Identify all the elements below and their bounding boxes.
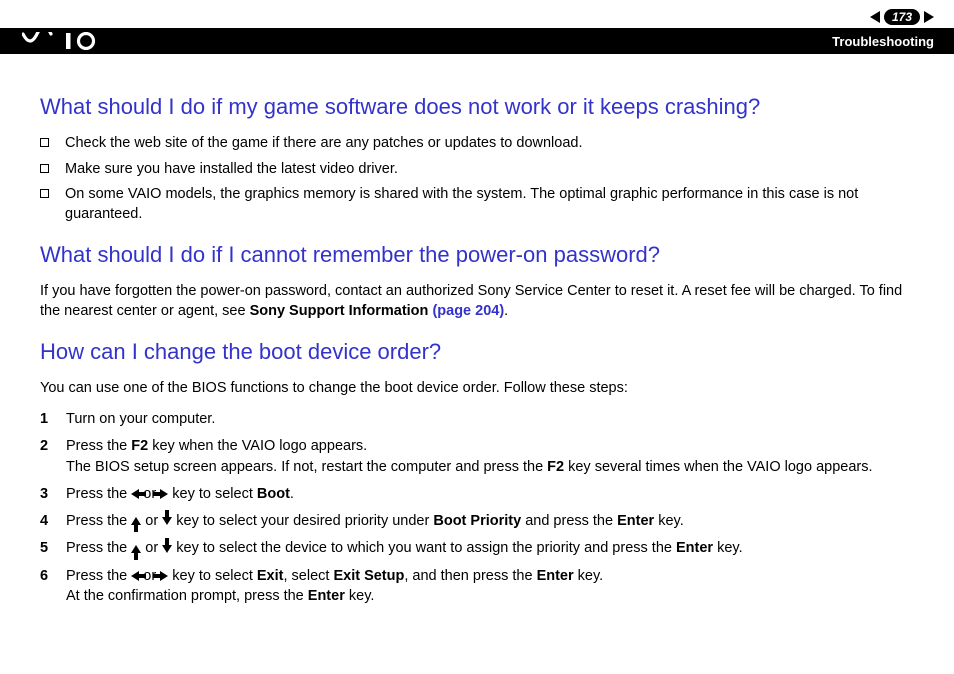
boot-priority-label: Boot Priority xyxy=(433,513,521,529)
heading-boot-order: How can I change the boot device order? xyxy=(40,339,914,365)
step-text: Press the or key to select Boot. xyxy=(66,484,914,504)
arrow-right-icon xyxy=(160,489,168,499)
arrow-left-icon xyxy=(131,571,139,581)
prev-page-icon[interactable] xyxy=(870,11,880,23)
page-link[interactable]: (page 204) xyxy=(432,303,504,319)
section-label: Troubleshooting xyxy=(832,34,934,49)
boot-label: Boot xyxy=(257,486,290,502)
step-number: 2 xyxy=(40,436,66,456)
exit-label: Exit xyxy=(257,568,284,584)
step-1: 1 Turn on your computer. xyxy=(40,409,914,429)
enter-key: Enter xyxy=(537,568,574,584)
title-bar: Troubleshooting xyxy=(0,28,954,54)
next-page-icon[interactable] xyxy=(924,11,934,23)
f2-key: F2 xyxy=(131,438,148,454)
enter-key: Enter xyxy=(617,513,654,529)
list-item: Make sure you have installed the latest … xyxy=(40,160,914,180)
support-info-bold: Sony Support Information xyxy=(250,303,433,319)
page-nav: 173 xyxy=(0,8,954,26)
square-bullet-icon xyxy=(40,164,49,173)
bullet-text: On some VAIO models, the graphics memory… xyxy=(65,185,914,224)
list-item: On some VAIO models, the graphics memory… xyxy=(40,185,914,224)
step-text: Turn on your computer. xyxy=(66,409,914,429)
list-item: Check the web site of the game if there … xyxy=(40,134,914,154)
page-content: What should I do if my game software doe… xyxy=(0,54,954,606)
step-number: 3 xyxy=(40,484,66,504)
step-text: Press the or key to select your desired … xyxy=(66,511,914,531)
para-end: . xyxy=(504,303,508,319)
step-4: 4 Press the or key to select your desire… xyxy=(40,511,914,531)
bullet-list-game: Check the web site of the game if there … xyxy=(40,134,914,224)
boot-intro: You can use one of the BIOS functions to… xyxy=(40,379,914,399)
bullet-text: Make sure you have installed the latest … xyxy=(65,160,398,180)
step-text: Press the or key to select Exit, select … xyxy=(66,566,914,607)
square-bullet-icon xyxy=(40,138,49,147)
page-header: 173 Troubleshooting xyxy=(0,0,954,54)
arrow-right-icon xyxy=(160,571,168,581)
heading-password: What should I do if I cannot remember th… xyxy=(40,242,914,268)
f2-key: F2 xyxy=(547,459,564,475)
heading-game-crash: What should I do if my game software doe… xyxy=(40,94,914,120)
step-3: 3 Press the or key to select Boot. xyxy=(40,484,914,504)
enter-key: Enter xyxy=(676,540,713,556)
step-2: 2 Press the F2 key when the VAIO logo ap… xyxy=(40,436,914,477)
step-text: Press the or key to select the device to… xyxy=(66,538,914,558)
step-number: 5 xyxy=(40,538,66,558)
step-5: 5 Press the or key to select the device … xyxy=(40,538,914,558)
step-number: 6 xyxy=(40,566,66,586)
arrow-up-icon xyxy=(131,545,141,553)
arrow-left-icon xyxy=(131,489,139,499)
steps-list: 1 Turn on your computer. 2 Press the F2 … xyxy=(40,409,914,606)
step-text: Press the F2 key when the VAIO logo appe… xyxy=(66,436,914,477)
arrow-down-icon xyxy=(162,545,172,553)
exit-setup-label: Exit Setup xyxy=(333,568,404,584)
vaio-logo xyxy=(22,32,112,50)
step-number: 4 xyxy=(40,511,66,531)
password-paragraph: If you have forgotten the power-on passw… xyxy=(40,282,914,321)
square-bullet-icon xyxy=(40,189,49,198)
arrow-down-icon xyxy=(162,517,172,525)
bullet-text: Check the web site of the game if there … xyxy=(65,134,582,154)
page-number-badge: 173 xyxy=(884,9,920,25)
step-number: 1 xyxy=(40,409,66,429)
arrow-up-icon xyxy=(131,517,141,525)
step-6: 6 Press the or key to select Exit, selec… xyxy=(40,566,914,607)
enter-key: Enter xyxy=(308,588,345,604)
